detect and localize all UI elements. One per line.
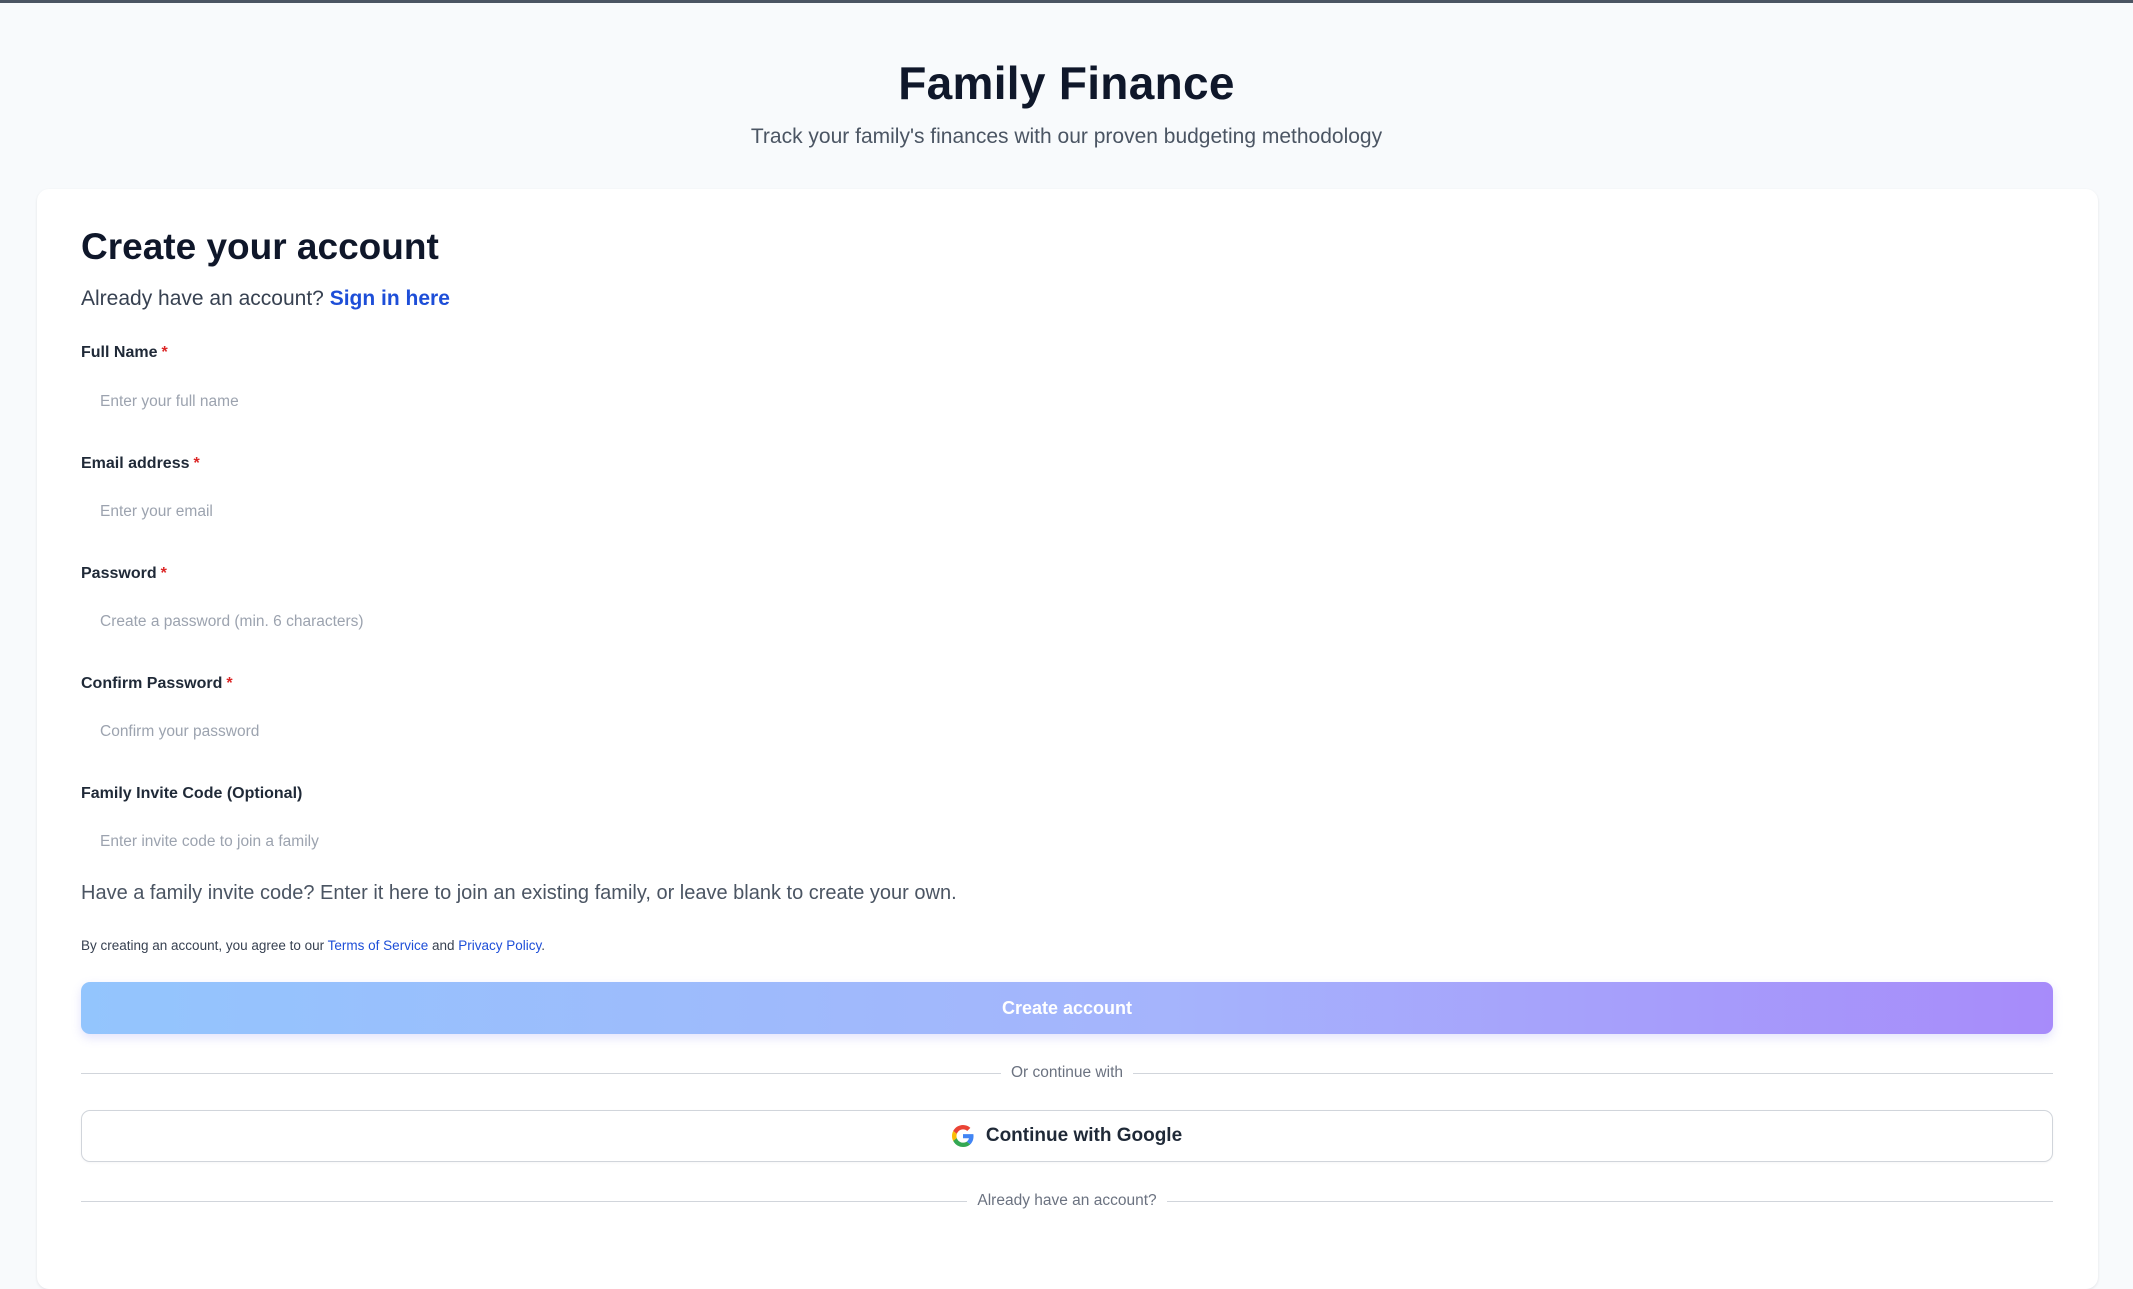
required-marker: * [226, 675, 233, 692]
email-input[interactable] [81, 490, 2053, 534]
invite-code-input[interactable] [81, 820, 2053, 864]
required-marker: * [161, 344, 168, 361]
terms-and: and [431, 938, 455, 953]
privacy-policy-link[interactable]: Privacy Policy [458, 938, 541, 953]
signin-prompt-text: Already have an account? [81, 287, 324, 310]
google-signin-button[interactable]: Continue with Google [81, 1110, 2053, 1162]
app-title: Family Finance [898, 57, 1235, 109]
google-icon [951, 1125, 974, 1147]
divider-line [81, 1200, 968, 1202]
email-label-text: Email address [81, 455, 190, 472]
full-name-input[interactable] [81, 380, 2053, 424]
email-label: Email address * [81, 455, 200, 473]
full-name-label: Full Name * [81, 344, 168, 362]
confirm-password-label: Confirm Password * [81, 675, 233, 693]
confirm-password-label-text: Confirm Password [81, 675, 223, 692]
already-have-account-divider: Already have an account? [81, 1191, 2054, 1211]
google-button-label: Continue with Google [985, 1125, 1183, 1146]
required-marker: * [193, 455, 200, 472]
terms-prefix: By creating an account, you agree to our [81, 938, 325, 953]
divider-label: Or continue with [1011, 1064, 1123, 1081]
divider-line [81, 1072, 1001, 1074]
divider-line [1166, 1200, 2054, 1202]
terms-suffix: . [541, 938, 546, 953]
signin-link[interactable]: Sign in here [330, 287, 450, 310]
full-name-label-text: Full Name [81, 344, 158, 361]
already-have-account-label: Already have an account? [977, 1192, 1157, 1209]
terms-notice: By creating an account, you agree to our… [81, 938, 545, 953]
form-title: Create your account [81, 226, 439, 267]
invite-code-label: Family Invite Code (Optional) [81, 785, 302, 803]
terms-of-service-link[interactable]: Terms of Service [328, 938, 429, 953]
top-border [0, 0, 2133, 3]
app-subtitle: Track your family's finances with our pr… [750, 125, 1383, 148]
continue-with-divider: Or continue with [81, 1063, 2053, 1083]
password-label: Password * [81, 565, 167, 583]
divider-line [1133, 1072, 2053, 1074]
password-label-text: Password [81, 565, 157, 582]
confirm-password-input[interactable] [81, 710, 2053, 754]
invite-code-hint: Have a family invite code? Enter it here… [81, 882, 957, 904]
password-input[interactable] [81, 600, 2053, 644]
signin-prompt: Already have an account? Sign in here [81, 287, 450, 311]
invite-code-label-text: Family Invite Code (Optional) [81, 785, 303, 802]
required-marker: * [160, 565, 167, 582]
create-account-button[interactable]: Create account [81, 982, 2053, 1034]
